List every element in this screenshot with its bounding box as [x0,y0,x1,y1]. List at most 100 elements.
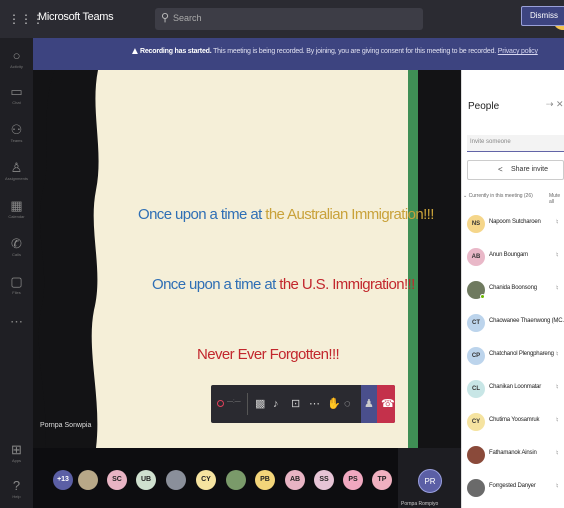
participant-avatar: NS [467,215,485,233]
self-avatar: PR [418,469,442,493]
participant-name: Chanida Boonsong [489,285,537,291]
participant-avatar[interactable]: UB [136,470,156,490]
hang-up-icon: ☎ [381,398,395,410]
participant-row[interactable]: Fathamanok Ainsin ♮ [461,440,564,472]
activity-icon: ○ [12,48,21,63]
more-actions-icon[interactable]: ⋯ [309,397,320,411]
invite-input[interactable]: Invite someone [467,135,564,152]
presenter-name: Pornpa Sonwpia [40,422,92,429]
participant-name: Chutima Yoosamruk [489,417,540,423]
warning-icon: ▲ [130,46,140,57]
participant-avatar[interactable]: PB [255,470,275,490]
people-icon: ♟ [364,398,374,410]
participant-avatar [467,479,485,497]
participant-avatar[interactable]: SC [107,470,127,490]
chat-icon: ▭ [10,84,23,99]
rail-help[interactable]: ? Help [0,474,33,508]
participant-avatar[interactable] [226,470,246,490]
participant-name: Chanikan Loonmatar [489,384,542,390]
teams-window: ⋮⋮⋮ Microsoft Teams ⚲ Search N ○Activity… [0,0,564,508]
rail-more[interactable]: ⋯ [0,310,33,348]
rail-activity[interactable]: ○ Activity [0,44,33,82]
rail-apps[interactable]: ⊞ Apps [0,438,33,476]
participant-avatar[interactable]: CY [196,470,216,490]
banner-message: Recording has started. This meeting is b… [140,48,538,55]
rail-calendar[interactable]: ▦ Calendar [0,194,33,232]
participant-avatar[interactable]: AB [285,470,305,490]
rail-assignments[interactable]: ♙ Assignments [0,156,33,194]
files-icon: ▢ [10,274,23,289]
show-participants-button[interactable]: ♟ [361,385,377,423]
slide-line-1: Once upon a time at the Australian Immig… [138,206,434,223]
participant-name: Forrgested Danyer [489,483,536,489]
raise-hand-icon[interactable]: ✋ [327,397,341,411]
participant-avatar[interactable]: PS [343,470,363,490]
close-panel-icon[interactable]: ⇢ ✕ [546,99,564,110]
slide-line-2: Once upon a time at the U.S. Immigration… [152,276,415,293]
search-placeholder: Search [173,13,202,23]
participant-row[interactable]: CL Chanikan Loonmatar ♮ [461,374,564,406]
search-icon: ⚲ [161,12,170,24]
participant-avatar[interactable] [166,470,186,490]
calls-icon: ✆ [11,236,22,251]
mic-muted-icon: ♮ [556,219,559,226]
participant-avatar: CT [467,314,485,332]
mic-muted-icon: ♮ [556,252,559,259]
share-icon: < [498,165,503,174]
participant-row[interactable]: CY Chutima Yoosamruk ♮ [461,407,564,439]
app-title: Microsoft Teams [38,11,114,23]
dismiss-button[interactable]: Dismiss [521,6,564,26]
chat-icon[interactable]: ◌ [344,397,351,411]
mic-icon[interactable]: ♪ [273,397,279,411]
participant-row[interactable]: Forrgested Danyer ♮ [461,473,564,505]
participant-avatar: CL [467,380,485,398]
apps-icon: ⊞ [11,442,22,457]
mic-muted-icon: ♮ [556,285,559,292]
privacy-policy-link[interactable]: Privacy policy [498,48,538,55]
participant-name: Chatchanol Plengphareng [489,351,554,357]
mic-muted-icon: ♮ [556,483,559,490]
share-screen-icon[interactable]: ⊡ [291,397,300,411]
more-icon: ⋯ [10,314,23,329]
participant-name: Anun Boungam [489,252,528,258]
rail-files[interactable]: ▢ Files [0,270,33,308]
mic-muted-icon: ♮ [556,318,559,325]
rail-chat[interactable]: ▭ Chat [0,80,33,118]
invite-placeholder: Invite someone [470,139,511,145]
participant-row[interactable]: CP Chatchanol Plengphareng ♮ [461,341,564,373]
rail-calls[interactable]: ✆ Calls [0,232,33,270]
camera-off-icon[interactable]: ▩ [255,397,265,411]
divider [247,393,248,415]
participant-row[interactable]: Chanida Boonsong ♮ [461,275,564,307]
search-box[interactable]: ⚲ Search [155,8,423,30]
participant-name: Fathamanok Ainsin [489,450,537,456]
participant-avatar [467,446,485,464]
app-launcher-icon[interactable]: ⋮⋮⋮ [8,12,44,26]
meeting-controls: —:— ▩ ♪ ⊡ ⋯ ✋ ◌ ♟ ☎ [211,385,395,423]
participant-row[interactable]: AB Anun Boungam ♮ [461,242,564,274]
share-invite-button[interactable]: < Share invite [467,160,564,180]
participant-row[interactable]: NS Napoom Sutcharoen ♮ [461,209,564,241]
slide-wavy-edge [84,70,99,448]
participant-avatar: CY [467,413,485,431]
participant-avatar: CP [467,347,485,365]
mic-muted-icon: ♮ [556,417,559,424]
rail-teams[interactable]: ⚇ Teams [0,118,33,156]
participant-avatar[interactable]: SS [314,470,334,490]
participants-section-header[interactable]: ⌄ Currently in this meeting (26) [463,193,533,199]
participant-avatar[interactable]: +13 [53,470,73,490]
mic-muted-icon: ♮ [556,351,559,358]
mute-all-button[interactable]: Mute all [549,193,564,205]
participant-row[interactable]: CT Chaowanee Thaenwong (MC... ♮ [461,308,564,340]
participant-avatar[interactable] [78,470,98,490]
self-name: Pornpa Rompiyo [401,501,439,507]
assignments-icon: ♙ [10,160,23,175]
leave-button[interactable]: ☎ [377,385,395,423]
teams-icon: ⚇ [10,122,23,137]
slide-green-bar [408,70,418,448]
recording-banner: ▲ Recording has started. This meeting is… [33,38,564,70]
participant-avatar: AB [467,248,485,266]
meeting-timer: —:— [227,399,241,405]
mic-muted-icon: ♮ [556,450,559,457]
participant-avatar[interactable]: TP [372,470,392,490]
